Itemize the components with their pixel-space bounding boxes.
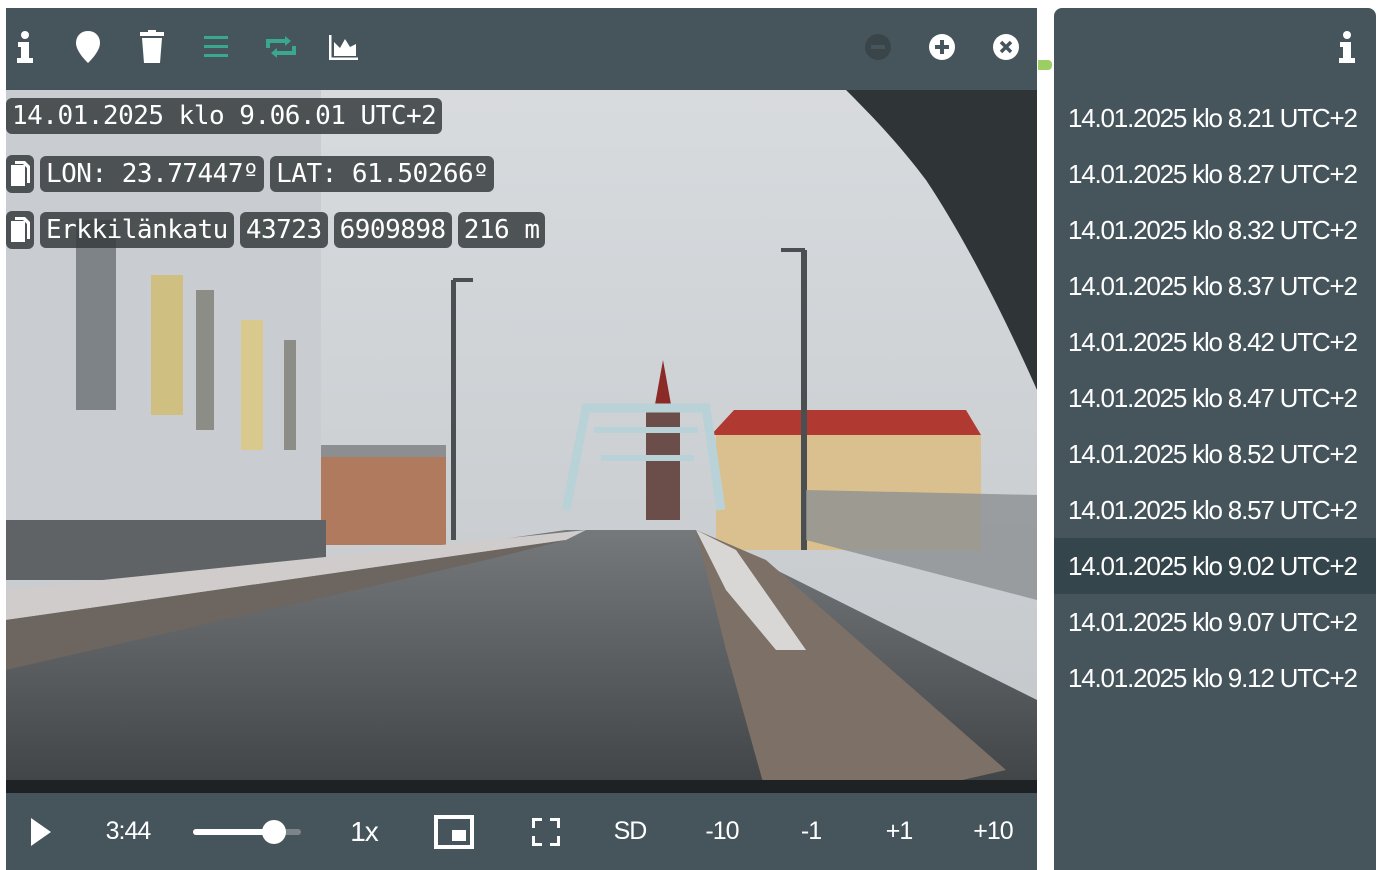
volume-handle[interactable] (262, 819, 286, 844)
video-player-panel: 14.01.2025 klo 9.06.01 UTC+2 LON: 23.774… (6, 8, 1037, 870)
skip-forward-10-label: +10 (973, 817, 1013, 845)
list-item[interactable]: 14.01.2025 klo 9.07 UTC+2 (1054, 594, 1376, 650)
copy-address-button[interactable] (6, 211, 34, 249)
distance-label: 216 m (457, 212, 546, 248)
close-button[interactable] (989, 30, 1023, 64)
close-circle-icon (993, 34, 1019, 60)
play-button[interactable] (26, 793, 56, 870)
player-toolbar (6, 8, 1037, 90)
timestamp-label: 14.01.2025 klo 9.06.01 UTC+2 (6, 98, 443, 134)
playback-time: 3:44 (105, 817, 152, 845)
latitude-label: LAT: 61.50266º (270, 156, 495, 192)
quality-button[interactable]: SD (610, 793, 650, 870)
chart-icon (329, 35, 358, 60)
volume-track (193, 819, 301, 844)
list-header (1054, 8, 1376, 90)
play-icon (31, 817, 51, 846)
picture-in-picture-button[interactable] (432, 793, 476, 870)
skip-forward-10-button[interactable]: +10 (968, 793, 1018, 870)
zoom-in-button[interactable] (925, 30, 959, 64)
list-item[interactable]: 14.01.2025 klo 8.37 UTC+2 (1054, 258, 1376, 314)
list-item[interactable]: 14.01.2025 klo 9.02 UTC+2 (1054, 538, 1376, 594)
list-item[interactable]: 14.01.2025 klo 8.32 UTC+2 (1054, 202, 1376, 258)
quality-label: SD (613, 817, 648, 845)
chart-button[interactable] (327, 30, 361, 64)
speed-label: 1x (350, 815, 379, 847)
skip-back-1-button[interactable]: -1 (796, 793, 826, 870)
code-label-1: 43723 (239, 212, 328, 248)
map-pin-icon (76, 31, 100, 63)
picture-in-picture-icon (434, 814, 474, 849)
zoom-out-button[interactable] (861, 30, 895, 64)
recordings-list-panel: 14.01.2025 klo 8.21 UTC+2 14.01.2025 klo … (1054, 8, 1376, 870)
list-item[interactable]: 14.01.2025 klo 9.12 UTC+2 (1054, 650, 1376, 706)
list-item[interactable]: 14.01.2025 klo 8.52 UTC+2 (1054, 426, 1376, 482)
info-icon (17, 31, 33, 63)
info-icon (1339, 31, 1355, 63)
list-item[interactable]: 14.01.2025 klo 8.27 UTC+2 (1054, 146, 1376, 202)
coordinates-row: LON: 23.77447º LAT: 61.50266º (6, 155, 495, 193)
recordings-list: 14.01.2025 klo 8.21 UTC+2 14.01.2025 klo … (1054, 90, 1376, 706)
video-frame[interactable]: 14.01.2025 klo 9.06.01 UTC+2 LON: 23.774… (6, 90, 1037, 793)
list-item[interactable]: 14.01.2025 klo 8.42 UTC+2 (1054, 314, 1376, 370)
skip-forward-1-label: +1 (885, 817, 913, 845)
copy-icon (11, 161, 30, 186)
timestamp-row: 14.01.2025 klo 9.06.01 UTC+2 (6, 98, 443, 134)
street-label: Erkkilänkatu (40, 212, 234, 248)
map-pin-button[interactable] (71, 30, 105, 64)
repeat-icon (266, 36, 296, 58)
copy-icon (11, 217, 30, 242)
player-controls: 3:44 1x SD -10 -1 +1 +10 (6, 793, 1037, 870)
list-item[interactable]: 14.01.2025 klo 8.57 UTC+2 (1054, 482, 1376, 538)
address-row: Erkkilänkatu 43723 6909898 216 m (6, 211, 546, 249)
list-item[interactable]: 14.01.2025 klo 8.47 UTC+2 (1054, 370, 1376, 426)
info-button[interactable] (8, 30, 42, 64)
skip-back-10-label: -10 (705, 817, 739, 845)
plus-circle-icon (929, 34, 955, 60)
skip-back-10-button[interactable]: -10 (700, 793, 744, 870)
street-scene-image (6, 90, 1037, 793)
list-view-button[interactable] (199, 30, 233, 64)
speed-button[interactable]: 1x (344, 793, 384, 870)
minus-circle-icon (865, 34, 891, 60)
panel-divider-accent (1038, 60, 1052, 70)
list-icon (204, 36, 228, 57)
code-label-2: 6909898 (333, 212, 452, 248)
skip-forward-1-button[interactable]: +1 (882, 793, 916, 870)
longitude-label: LON: 23.77447º (40, 156, 265, 192)
list-item[interactable]: 14.01.2025 klo 8.21 UTC+2 (1054, 90, 1376, 146)
delete-button[interactable] (135, 30, 169, 64)
fullscreen-button[interactable] (526, 793, 566, 870)
fullscreen-icon (532, 817, 560, 846)
skip-back-1-label: -1 (800, 817, 822, 845)
list-info-button[interactable] (1330, 30, 1364, 64)
trash-icon (140, 30, 164, 63)
repeat-button[interactable] (264, 30, 298, 64)
copy-coordinates-button[interactable] (6, 155, 34, 193)
volume-slider[interactable] (192, 793, 302, 870)
